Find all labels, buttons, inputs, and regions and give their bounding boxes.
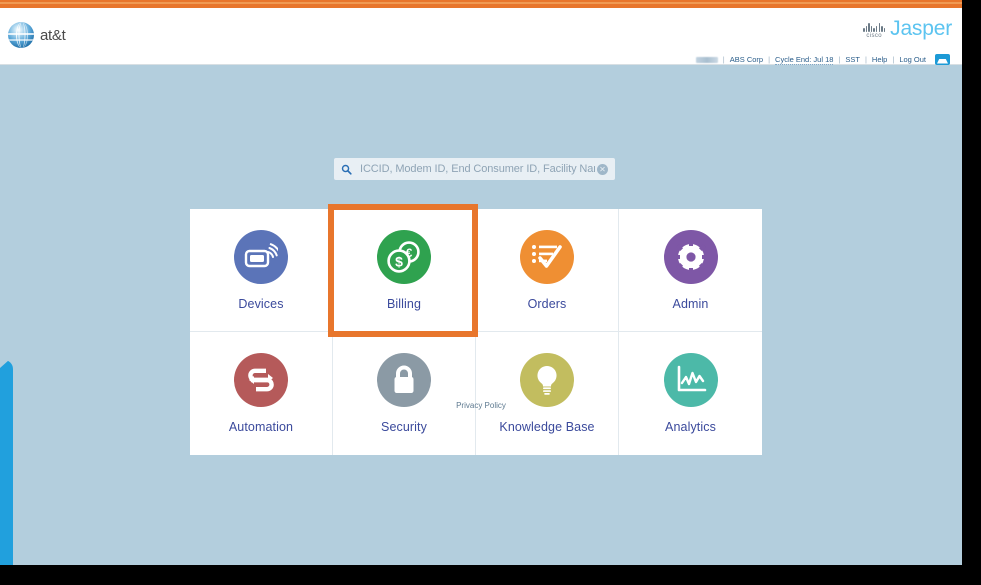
cisco-mark: cisco bbox=[863, 23, 886, 39]
tile-analytics[interactable]: Analytics bbox=[619, 332, 762, 455]
sst-link[interactable]: SST bbox=[845, 55, 860, 64]
att-globe-icon bbox=[8, 22, 34, 48]
cisco-wordmark: cisco bbox=[866, 33, 882, 39]
att-globe-band-1 bbox=[8, 33, 34, 35]
tile-label: Knowledge Base bbox=[499, 420, 595, 434]
application-window: at&t cisco Jasper | ABS Corp | Cycle End… bbox=[0, 0, 962, 565]
clear-x-icon[interactable]: ✕ bbox=[597, 163, 608, 175]
nav-separator: | bbox=[768, 55, 771, 64]
nav-separator: | bbox=[722, 55, 725, 64]
tile-label: Admin bbox=[672, 296, 709, 311]
tile-label: Analytics bbox=[665, 420, 716, 434]
att-logo[interactable]: at&t bbox=[8, 22, 66, 48]
privacy-policy-link[interactable]: Privacy Policy bbox=[0, 401, 962, 410]
tile-label: Security bbox=[381, 420, 427, 434]
jasper-wordmark: Jasper bbox=[890, 17, 952, 40]
sidebar-collapsed-tab[interactable] bbox=[0, 360, 13, 565]
tile-billing[interactable]: € $ Billing bbox=[333, 209, 476, 332]
user-name-blurred bbox=[695, 56, 718, 63]
accent-bar-inner-line bbox=[0, 2, 962, 4]
search-input[interactable] bbox=[358, 162, 597, 176]
coins-dollar-euro-icon: € $ bbox=[377, 229, 431, 284]
utility-nav: | ABS Corp | Cycle End: Jul 18 | SST | H… bbox=[695, 54, 950, 65]
tile-automation[interactable]: Automation bbox=[190, 332, 333, 455]
page-header: at&t cisco Jasper | ABS Corp | Cycle End… bbox=[0, 8, 962, 65]
swap-arrows-icon bbox=[234, 353, 288, 407]
tile-security[interactable]: Security bbox=[333, 332, 476, 455]
checklist-check-icon bbox=[520, 229, 574, 284]
padlock-icon bbox=[377, 353, 431, 407]
att-globe-band-2 bbox=[8, 39, 34, 41]
line-chart-icon bbox=[663, 353, 718, 407]
tile-devices[interactable]: Devices bbox=[190, 209, 333, 332]
tile-orders[interactable]: Orders bbox=[476, 209, 619, 332]
nav-separator: | bbox=[892, 55, 895, 64]
cisco-bridge-icon bbox=[863, 23, 886, 32]
tile-admin[interactable]: Admin bbox=[619, 209, 762, 332]
cycle-end-date[interactable]: Cycle End: Jul 18 bbox=[775, 55, 834, 65]
tile-label: Devices bbox=[238, 296, 284, 311]
tile-knowledge-base[interactable]: Knowledge Base bbox=[476, 332, 619, 455]
svg-text:$: $ bbox=[395, 253, 403, 269]
account-name[interactable]: ABS Corp bbox=[730, 55, 763, 64]
tile-label: Orders bbox=[527, 296, 567, 311]
global-search-bar[interactable]: ✕ bbox=[334, 158, 615, 180]
log-out-link[interactable]: Log Out bbox=[899, 55, 926, 64]
tile-label: Automation bbox=[228, 420, 294, 434]
tile-label: Billing bbox=[386, 296, 422, 311]
main-content: ✕ Devices bbox=[0, 65, 962, 565]
device-wifi-icon bbox=[234, 229, 288, 284]
lightbulb-icon bbox=[520, 353, 574, 407]
app-tile-grid: Devices € $ Billing Orders Admin Automat… bbox=[190, 209, 762, 455]
help-link[interactable]: Help bbox=[872, 55, 887, 64]
att-logo-text: at&t bbox=[40, 26, 66, 44]
nav-separator: | bbox=[864, 55, 867, 64]
cisco-jasper-logo: cisco Jasper bbox=[863, 18, 952, 39]
top-accent-bar bbox=[0, 0, 962, 8]
mail-envelope-icon[interactable] bbox=[935, 54, 950, 65]
search-icon bbox=[341, 164, 352, 175]
nav-separator: | bbox=[838, 55, 841, 64]
gear-icon bbox=[663, 229, 718, 284]
